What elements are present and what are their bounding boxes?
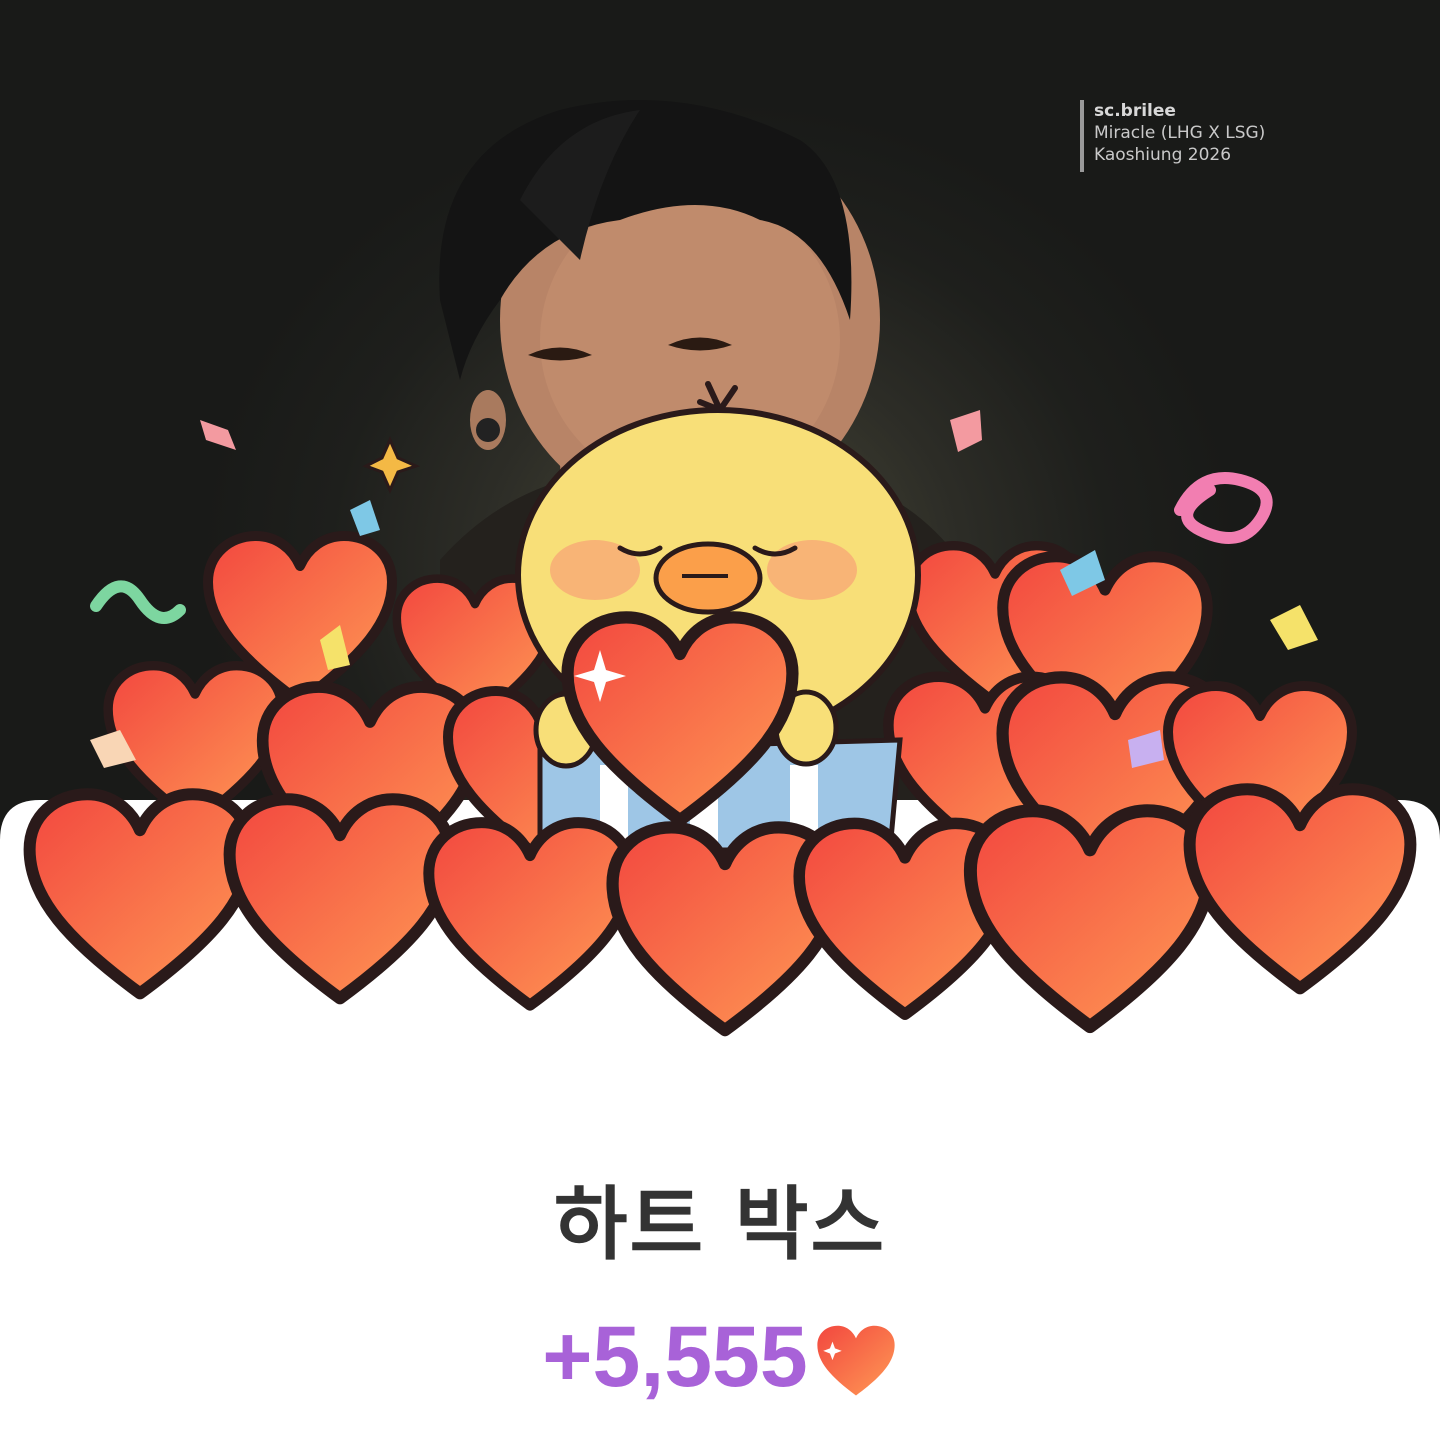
watermark-line: Kaoshiung 2026 (1094, 145, 1232, 165)
watermark-handle: sc.brilee (1094, 101, 1176, 121)
reward-amount: +5,555 (542, 1309, 808, 1405)
reward-row: +5,555 (0, 1308, 1440, 1407)
watermark-line: Miracle (LHG X LSG) (1094, 123, 1266, 143)
page-title: 하트 박스 (553, 1178, 887, 1271)
photo-watermark: sc.brilee Miracle (LHG X LSG) Kaoshiung … (1080, 100, 1265, 172)
heart-icon (817, 1325, 895, 1395)
heart-box-illustration (0, 381, 1440, 1060)
